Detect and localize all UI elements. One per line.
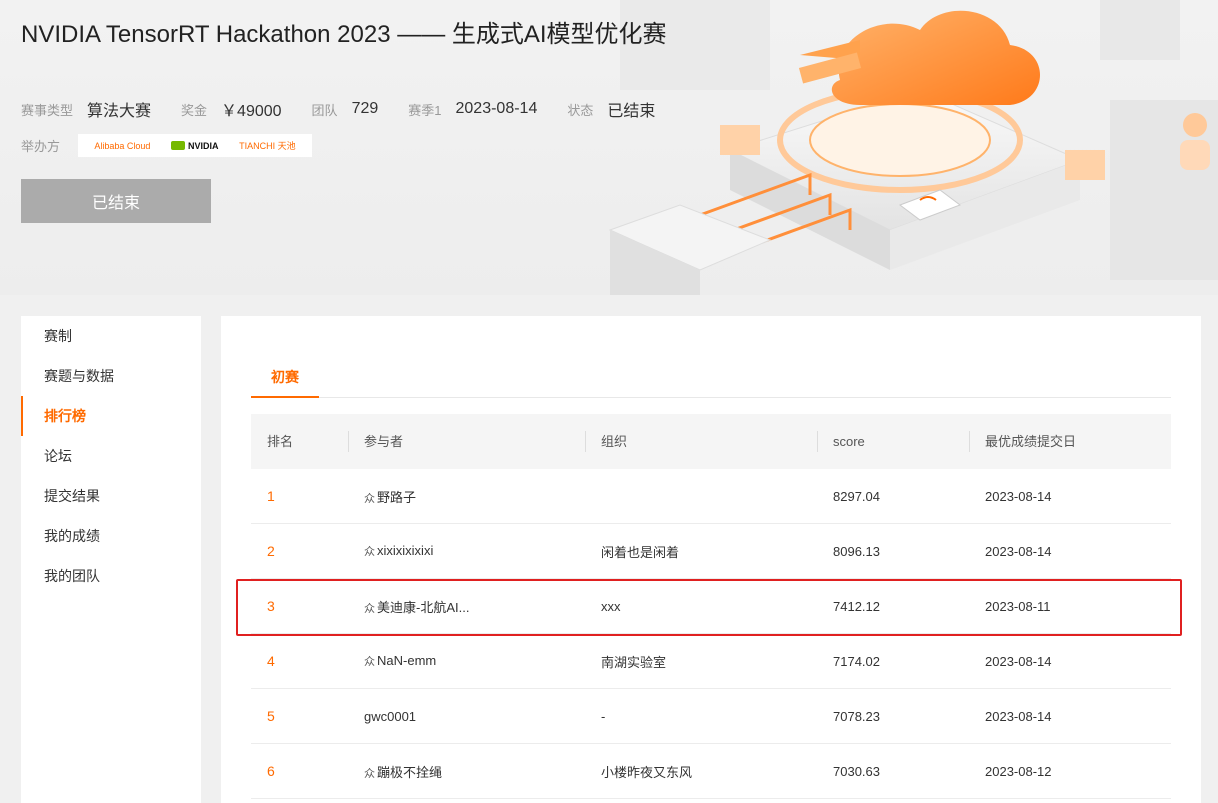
- sidebar-item-problem-data[interactable]: 赛题与数据: [21, 356, 201, 396]
- participant-name: xixixixixixi: [377, 543, 434, 558]
- meta-prize-value: ￥49000: [221, 103, 282, 120]
- rank-cell: 4: [267, 653, 275, 669]
- participant-name: 美迪康-北航AI...: [377, 599, 470, 615]
- date-cell: 2023-08-14: [985, 653, 1052, 669]
- meta-type-label: 赛事类型: [21, 102, 74, 118]
- status-ended-button[interactable]: 已结束: [21, 179, 211, 223]
- col-rank: 排名: [267, 434, 294, 449]
- tianchi-logo: TIANCHI 天池: [239, 141, 296, 151]
- organization-cell: 小楼昨夜又东风: [601, 764, 693, 780]
- leaderboard-table: 排名 参与者 组织 score 最优成绩提交日 1 众野路子 8297.04 2023…: [251, 414, 1171, 799]
- competition-sidebar: 赛制 赛题与数据 排行榜 论坛 提交结果 我的成绩 我的团队: [21, 316, 201, 803]
- rank-cell: 1: [267, 488, 275, 504]
- participant-cell[interactable]: 众美迪康-北航AI...: [348, 597, 585, 616]
- col-organization: 组织: [585, 414, 817, 469]
- competition-title: NVIDIA TensorRT Hackathon 2023 —— 生成式AI模…: [21, 21, 667, 48]
- participant-cell[interactable]: 众野路子: [348, 487, 585, 506]
- people-icon: 众: [364, 767, 375, 780]
- meta-teams-label: 团队: [311, 102, 338, 118]
- score-cell: 7078.23: [833, 708, 880, 724]
- meta-teams-value: 729: [351, 100, 379, 117]
- table-row[interactable]: 3 众美迪康-北航AI... xxx 7412.12 2023-08-11: [251, 579, 1171, 634]
- meta-prize-label: 奖金: [181, 102, 208, 118]
- nvidia-eye-icon: [171, 141, 186, 150]
- score-cell: 7174.02: [833, 653, 880, 669]
- score-cell: 8297.04: [833, 488, 880, 504]
- rank-cell: 3: [267, 598, 275, 614]
- meta-type-value: 算法大赛: [87, 103, 152, 120]
- meta-season-label: 赛季1: [408, 102, 442, 118]
- meta-season-value: 2023-08-14: [455, 100, 538, 117]
- organizer-logos: Alibaba Cloud NVIDIA TIANCHI 天池: [78, 134, 313, 157]
- table-header: 排名 参与者 组织 score 最优成绩提交日: [251, 414, 1171, 469]
- table-row[interactable]: 4 众 NaN-emm 南湖实验室 7174.02 2023-08-14: [251, 634, 1171, 689]
- sidebar-item-my-scores[interactable]: 我的成绩: [21, 516, 201, 556]
- people-icon: 众: [364, 656, 375, 668]
- date-cell: 2023-08-14: [985, 488, 1052, 504]
- col-score: score: [817, 414, 969, 469]
- people-icon: 众: [364, 492, 375, 505]
- cloud-illustration: [608, 0, 1218, 295]
- alibaba-cloud-logo: Alibaba Cloud: [94, 140, 151, 151]
- table-row[interactable]: 5 gwc0001 - 7078.23 2023-08-14: [251, 689, 1171, 744]
- participant-name: NaN-emm: [377, 653, 437, 668]
- sidebar-item-submit[interactable]: 提交结果: [21, 476, 201, 516]
- meta-status-value: 已结束: [607, 103, 656, 120]
- people-icon: 众: [364, 602, 375, 615]
- date-cell: 2023-08-14: [985, 543, 1052, 559]
- nvidia-logo: NVIDIA: [171, 141, 219, 151]
- sidebar-item-leaderboard[interactable]: 排行榜: [21, 396, 201, 436]
- participant-cell[interactable]: 众 NaN-emm: [348, 653, 585, 669]
- organization-cell: 闲着也是闲着: [601, 544, 680, 560]
- participant-name: 蹦极不拴绳: [377, 764, 443, 780]
- organizer-label: 举办方: [21, 139, 61, 154]
- participant-cell[interactable]: 众蹦极不拴绳: [348, 762, 585, 781]
- score-cell: 8096.13: [833, 543, 880, 559]
- participant-cell[interactable]: gwc0001: [348, 709, 585, 724]
- col-best-date: 最优成绩提交日: [969, 414, 1171, 469]
- competition-meta: 赛事类型 算法大赛 奖金 ￥49000 团队 729 赛季1 2023-08-1…: [21, 97, 685, 121]
- competition-banner: NVIDIA TensorRT Hackathon 2023 —— 生成式AI模…: [0, 0, 1218, 295]
- participant-name: gwc0001: [364, 708, 417, 724]
- meta-status-label: 状态: [567, 102, 594, 118]
- organizers: 举办方 Alibaba Cloud NVIDIA TIANCHI 天池: [21, 134, 313, 157]
- table-row[interactable]: 2 众 xixixixixixi 闲着也是闲着 8096.13 2023-08-14: [251, 524, 1171, 579]
- people-icon: 众: [364, 546, 375, 558]
- stage-tabs: 初赛: [251, 356, 1171, 398]
- date-cell: 2023-08-14: [985, 708, 1052, 724]
- rank-cell: 5: [267, 708, 275, 724]
- tab-preliminary[interactable]: 初赛: [251, 356, 319, 398]
- date-cell: 2023-08-12: [985, 763, 1052, 779]
- leaderboard-panel: 初赛 排名 参与者 组织 score 最优成绩提交日 1 众野路子 8297.04 2…: [221, 316, 1201, 803]
- score-cell: 7412.12: [833, 598, 880, 614]
- organization-cell: xxx: [601, 598, 621, 614]
- score-cell: 7030.63: [833, 763, 880, 779]
- sidebar-item-forum[interactable]: 论坛: [21, 436, 201, 476]
- sidebar-item-rules[interactable]: 赛制: [21, 316, 201, 356]
- table-row[interactable]: 1 众野路子 8297.04 2023-08-14: [251, 469, 1171, 524]
- date-cell: 2023-08-11: [985, 598, 1051, 614]
- organization-cell: 南湖实验室: [601, 654, 667, 670]
- rank-cell: 6: [267, 763, 275, 779]
- organization-cell: -: [601, 708, 606, 724]
- sidebar-item-my-team[interactable]: 我的团队: [21, 556, 201, 596]
- participant-cell[interactable]: 众 xixixixixixi: [348, 543, 585, 559]
- rank-cell: 2: [267, 543, 275, 559]
- table-row[interactable]: 6 众蹦极不拴绳 小楼昨夜又东风 7030.63 2023-08-12: [251, 744, 1171, 799]
- col-participant: 参与者: [348, 414, 585, 469]
- participant-name: 野路子: [377, 489, 417, 505]
